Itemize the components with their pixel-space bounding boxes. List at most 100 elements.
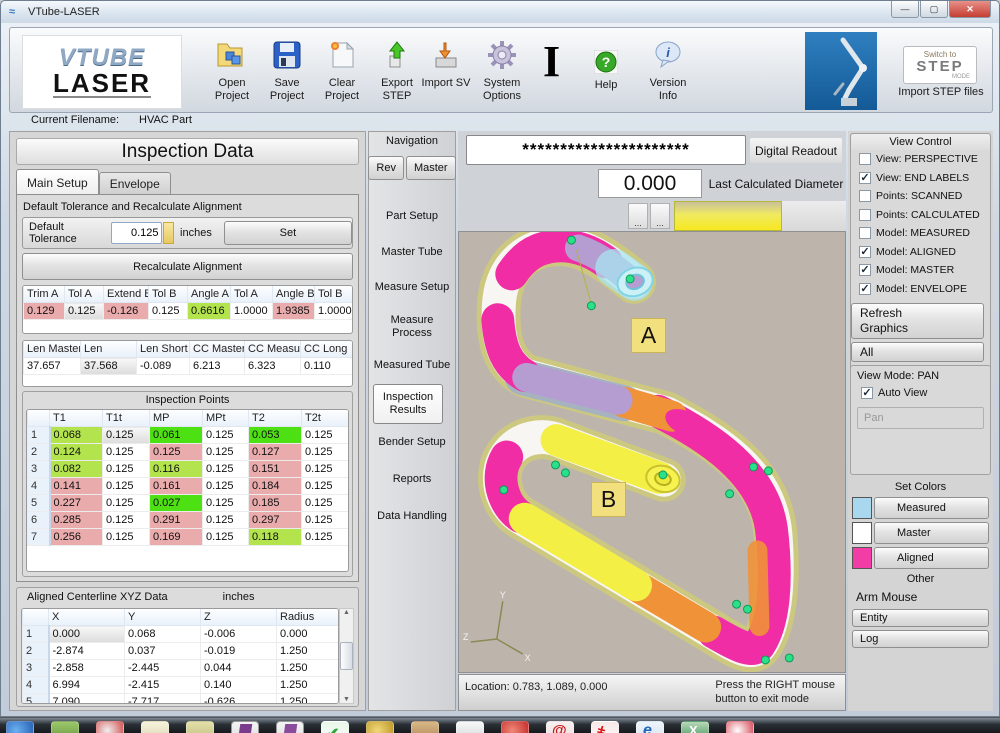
export-up-arrow-icon xyxy=(380,38,414,72)
nav-data-handling[interactable]: Data Handling xyxy=(369,498,455,536)
nav-master-tube[interactable]: Master Tube xyxy=(369,236,455,270)
all-button[interactable]: All xyxy=(851,342,984,362)
scroll-down-icon[interactable]: ▼ xyxy=(343,696,350,703)
points-row[interactable]: 70.2560.1250.1690.1250.1180.125 xyxy=(28,529,349,546)
version-info-button[interactable]: i Version Info xyxy=(638,38,698,103)
check-model-envelope[interactable]: ✓ Model: ENVELOPE xyxy=(851,280,990,299)
trim-values-row[interactable]: 0.129 0.125 -0.126 0.125 0.6616 1.0000 1… xyxy=(24,303,354,320)
aligned-color-button[interactable]: Aligned xyxy=(874,547,989,569)
xyz-row[interactable]: 3-2.858-2.4450.0441.250 xyxy=(23,660,339,677)
nav-inspection-results[interactable]: Inspection Results xyxy=(373,384,443,424)
check-model-aligned[interactable]: ✓ Model: ALIGNED xyxy=(851,243,990,262)
3d-scene[interactable]: Y X Z A B xyxy=(458,231,846,673)
help-button[interactable]: ? Help xyxy=(576,50,636,92)
xyz-row[interactable]: 46.994-2.4150.1401.250 xyxy=(23,677,339,694)
rev-button[interactable]: Rev xyxy=(368,156,404,180)
check-view-perspective[interactable]: View: PERSPECTIVE xyxy=(851,150,990,169)
xyz-units: inches xyxy=(223,591,255,603)
check-points-scanned[interactable]: Points: SCANNED xyxy=(851,187,990,206)
tolerance-units-label: inches xyxy=(180,227,212,239)
col-z: Z xyxy=(201,609,277,626)
tab-main-setup[interactable]: Main Setup xyxy=(16,169,99,195)
checkbox[interactable] xyxy=(859,153,871,165)
maximize-button[interactable]: ▢ xyxy=(920,1,948,18)
checkbox[interactable] xyxy=(859,209,871,221)
aligned-color-swatch[interactable] xyxy=(852,547,872,569)
points-row[interactable]: 10.0680.1250.0610.1250.0530.125 xyxy=(28,427,349,444)
measured-color-swatch[interactable] xyxy=(852,497,872,519)
minimize-button[interactable]: — xyxy=(891,1,919,18)
nav-measured-tube[interactable]: Measured Tube xyxy=(369,348,455,384)
master-color-swatch[interactable] xyxy=(852,522,872,544)
length-values-row[interactable]: 37.657 37.568 -0.089 6.213 6.323 0.110 xyxy=(24,358,353,375)
taskbar-app-icon[interactable] xyxy=(141,721,169,733)
taskbar-start-orb[interactable] xyxy=(6,721,34,733)
import-sv-button[interactable]: Import SV xyxy=(420,38,472,90)
checkbox[interactable] xyxy=(859,190,871,202)
points-row[interactable]: 50.2270.1250.0270.1250.1850.125 xyxy=(28,495,349,512)
taskbar-app-icon[interactable] xyxy=(186,721,214,733)
checkbox[interactable]: ✓ xyxy=(859,264,871,276)
points-row[interactable]: 30.0820.1250.1160.1250.1510.125 xyxy=(28,461,349,478)
dots-button-2[interactable]: ... xyxy=(650,203,670,229)
scroll-thumb[interactable] xyxy=(340,642,353,670)
taskbar-app-icon[interactable] xyxy=(51,721,79,733)
clear-project-button[interactable]: Clear Project xyxy=(312,38,372,103)
checkbox[interactable]: ✓ xyxy=(859,283,871,295)
save-project-button[interactable]: Save Project xyxy=(257,38,317,103)
checkbox[interactable]: ✓ xyxy=(859,246,871,258)
main-window: ≈ VTube-LASER — ▢ ✕ VTUBE LASER Open Pro… xyxy=(0,0,1000,717)
master-color-button[interactable]: Master xyxy=(874,522,989,544)
nav-bender-setup[interactable]: Bender Setup xyxy=(369,424,455,462)
switch-to-step-mode-button[interactable]: Switch to STEP MODE xyxy=(903,46,977,84)
xyz-row[interactable]: 57.090-7.717-0.6261.250 xyxy=(23,694,339,705)
nav-measure-process[interactable]: Measure Process xyxy=(380,306,444,348)
nav-reports[interactable]: Reports xyxy=(369,462,455,498)
check-model-master[interactable]: ✓ Model: MASTER xyxy=(851,261,990,280)
dots-button-1[interactable]: ... xyxy=(628,203,648,229)
taskbar-app-icon[interactable] xyxy=(726,721,754,733)
recalculate-alignment-button[interactable]: Recalculate Alignment xyxy=(22,253,353,280)
checkbox[interactable] xyxy=(859,227,871,239)
pan-button[interactable]: Pan xyxy=(857,407,984,429)
auto-view-checkbox[interactable]: ✓ Auto View xyxy=(851,384,990,403)
taskbar-vtube-icon[interactable] xyxy=(456,721,484,733)
info-bubble-icon: i xyxy=(651,38,685,72)
nav-part-setup[interactable]: Part Setup xyxy=(369,198,455,236)
col-len-short: Len Short xyxy=(137,341,190,358)
default-tolerance-input[interactable]: 0.125 xyxy=(111,222,162,244)
measured-color-button[interactable]: Measured xyxy=(874,497,989,519)
taskbar-app-icon[interactable] xyxy=(366,721,394,733)
import-down-arrow-icon xyxy=(429,38,463,72)
set-button[interactable]: Set xyxy=(224,221,352,245)
export-step-button[interactable]: Export STEP xyxy=(367,38,427,103)
master-button[interactable]: Master xyxy=(406,156,456,180)
tab-envelope[interactable]: Envelope xyxy=(99,172,171,195)
system-options-button[interactable]: System Options xyxy=(472,38,532,103)
points-row[interactable]: 40.1410.1250.1610.1250.1840.125 xyxy=(28,478,349,495)
checkbox[interactable]: ✓ xyxy=(861,387,873,399)
points-row[interactable]: 20.1240.1250.1250.1250.1270.125 xyxy=(28,444,349,461)
refresh-graphics-button[interactable]: RefreshGraphics xyxy=(851,303,984,339)
check-view-end-labels[interactable]: ✓ View: END LABELS xyxy=(851,169,990,188)
tolerance-spinner[interactable] xyxy=(163,222,175,244)
nav-measure-setup[interactable]: Measure Setup xyxy=(369,270,455,306)
check-points-calculated[interactable]: Points: CALCULATED xyxy=(851,206,990,225)
points-row[interactable]: 60.2850.1250.2910.1250.2970.125 xyxy=(28,512,349,529)
entity-button[interactable]: Entity xyxy=(852,609,989,627)
close-button[interactable]: ✕ xyxy=(949,1,991,18)
log-button[interactable]: Log xyxy=(852,630,989,648)
scroll-up-icon[interactable]: ▲ xyxy=(343,609,350,616)
other-title: Other xyxy=(850,571,991,586)
taskbar-app-icon[interactable] xyxy=(501,721,529,733)
open-project-button[interactable]: Open Project xyxy=(202,38,262,103)
xyz-scrollbar[interactable]: ▲ ▼ xyxy=(339,608,354,704)
xyz-row[interactable]: 2-2.8740.037-0.0191.250 xyxy=(23,643,339,660)
xyz-row[interactable]: 10.0000.068-0.0060.000 xyxy=(23,626,339,643)
check-model-measured[interactable]: Model: MEASURED xyxy=(851,224,990,243)
taskbar-app-icon[interactable] xyxy=(96,721,124,733)
checkbox[interactable]: ✓ xyxy=(859,172,871,184)
indicator-bar-track xyxy=(782,201,846,231)
filename-row: Current Filename: HVAC Part xyxy=(9,114,993,128)
taskbar-app-icon[interactable] xyxy=(411,721,439,733)
